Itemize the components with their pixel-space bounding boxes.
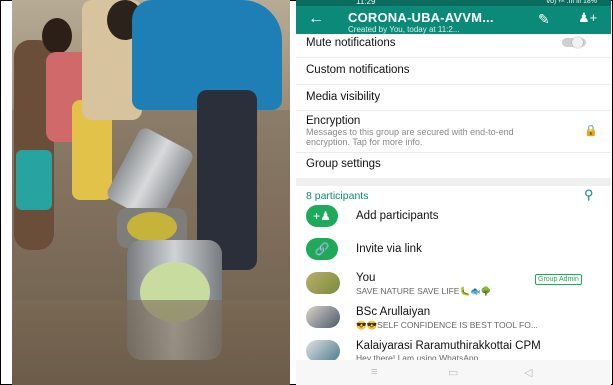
add-participants-icon: +♟	[306, 205, 338, 227]
participant-name[interactable]: BSc Arullaiyan	[356, 306, 430, 318]
custom-notifications-item[interactable]: Custom notifications	[306, 64, 410, 76]
group-subtitle: Created by You, today at 11:2...	[348, 25, 460, 34]
lock-icon: 🔒	[584, 125, 598, 137]
invite-via-link-button[interactable]: Invite via link	[356, 243, 422, 255]
avatar[interactable]	[306, 306, 340, 328]
avatar[interactable]	[306, 272, 340, 294]
divider	[296, 57, 611, 58]
home-icon[interactable]: ▭	[448, 366, 458, 379]
section-separator	[296, 178, 611, 186]
participants-count: 8 participants	[306, 190, 369, 202]
add-participant-icon[interactable]: ♟+	[578, 10, 597, 26]
whatsapp-group-info-screen: 11:29 Vo) ᵞᵃᵗ .ııl ıll 18% ← CORONA-UBA-…	[296, 0, 611, 385]
photo-food-distribution	[12, 0, 290, 385]
system-nav-bar: ≡ ▭ ◁	[296, 360, 611, 385]
app-bar: ← CORONA-UBA-AVVM... Created by You, tod…	[296, 6, 611, 34]
group-title[interactable]: CORONA-UBA-AVVM...	[348, 10, 494, 25]
add-participants-button[interactable]: Add participants	[356, 210, 438, 222]
back-nav-icon[interactable]: ◁	[524, 366, 532, 379]
group-admin-badge: Group Admin	[535, 274, 582, 285]
encryption-item[interactable]: Encryption	[306, 115, 360, 127]
mute-notifications-item[interactable]: Mute notifications	[306, 37, 396, 49]
participant-status: 😎😎SELF CONFIDENCE IS BEST TOOL FO...	[356, 320, 538, 330]
pencil-icon[interactable]: ✎	[538, 11, 550, 28]
divider	[296, 152, 611, 153]
divider	[296, 84, 611, 85]
group-settings-item[interactable]: Group settings	[306, 158, 381, 170]
participant-name[interactable]: You	[356, 272, 375, 284]
divider	[296, 110, 611, 111]
status-icons: Vo) ᵞᵃᵗ .ııl ıll 18%	[545, 0, 597, 5]
media-visibility-item[interactable]: Media visibility	[306, 91, 380, 103]
search-icon[interactable]: ⚲	[584, 187, 594, 203]
avatar[interactable]	[306, 340, 340, 362]
arrow-left-icon[interactable]: ←	[308, 10, 324, 28]
link-icon: 🔗	[306, 238, 338, 260]
participant-status: SAVE NATURE SAVE LIFE🐛🐟🌳	[356, 286, 492, 296]
status-time: 11:29	[356, 0, 376, 6]
participant-name[interactable]: Kalaiyarasi Raramuthirakkottai CPM	[356, 340, 541, 352]
mute-toggle[interactable]	[562, 37, 586, 48]
encryption-description: Messages to this group are secured with …	[306, 127, 514, 147]
toggle-knob	[572, 37, 583, 48]
menu-icon[interactable]: ≡	[371, 366, 377, 378]
